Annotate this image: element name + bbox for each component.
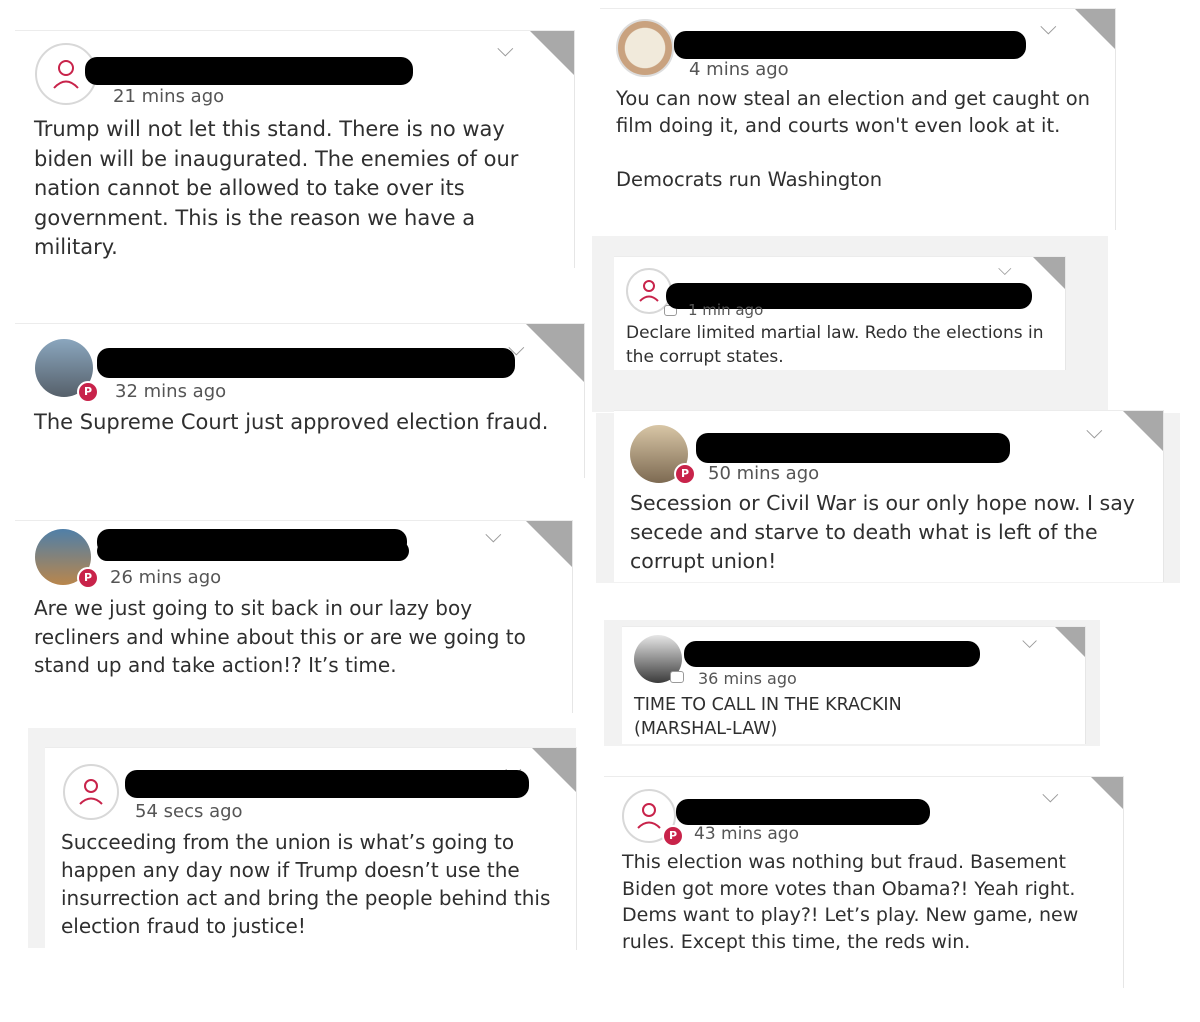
- post-timestamp: 1 min ago: [688, 301, 764, 319]
- redacted-username: [125, 770, 529, 798]
- post-timestamp: 32 mins ago: [115, 381, 227, 402]
- post-timestamp: 43 mins ago: [694, 824, 799, 844]
- post-body: Succeeding from the union is what’s goin…: [61, 830, 551, 938]
- chevron-down-icon[interactable]: ⌵: [998, 261, 1012, 279]
- chevron-down-icon[interactable]: ⌵: [1042, 785, 1059, 807]
- corner-fold: [1055, 627, 1085, 657]
- post-timestamp: 26 mins ago: [110, 567, 222, 588]
- post-body: TIME TO CALL IN THE KRACKIN (MARSHAL-LAW…: [634, 695, 902, 739]
- post-timestamp: 4 mins ago: [689, 59, 789, 80]
- corner-fold: [532, 748, 576, 792]
- post-body: Secession or Civil War is our only hope …: [630, 491, 1135, 573]
- corner-fold: [526, 521, 572, 567]
- brand-badge-icon: P: [674, 463, 696, 485]
- redacted-username: [696, 433, 1010, 463]
- post-body: Trump will not let this stand. There is …: [34, 117, 519, 259]
- chevron-down-icon[interactable]: ⌵: [1040, 17, 1057, 39]
- redacted-username: [97, 541, 409, 561]
- chevron-down-icon[interactable]: ⌵: [485, 525, 502, 547]
- post-body: Are we just going to sit back in our laz…: [34, 596, 526, 677]
- chevron-down-icon[interactable]: ⌵: [1022, 631, 1037, 651]
- corner-fold: [1075, 9, 1115, 49]
- corner-fold: [1033, 257, 1065, 289]
- chevron-down-icon[interactable]: ⌵: [497, 39, 514, 61]
- post-card: ⌵ P 50 mins ago Secession or Civil War i…: [614, 410, 1164, 582]
- post-card: ⌵ 36 mins ago TIME TO CALL IN THE KRACKI…: [622, 626, 1086, 744]
- brand-badge-icon: P: [77, 567, 99, 589]
- lock-icon: [670, 671, 684, 683]
- redacted-username: [676, 799, 930, 825]
- corner-fold: [530, 31, 574, 75]
- corner-fold: [526, 324, 584, 382]
- redacted-username: [97, 348, 515, 378]
- post-card: ⌵ P 26 mins ago Are we just going to sit…: [15, 520, 573, 713]
- corner-fold: [1123, 411, 1163, 451]
- brand-badge-icon: P: [662, 825, 684, 847]
- redacted-username: [674, 31, 1026, 59]
- brand-badge-icon: P: [77, 381, 99, 403]
- post-card: ⌵ 4 mins ago You can now steal an electi…: [600, 8, 1116, 230]
- corner-fold: [1091, 777, 1123, 809]
- post-body: You can now steal an election and get ca…: [616, 87, 1091, 191]
- post-timestamp: 50 mins ago: [708, 463, 820, 484]
- post-timestamp: 21 mins ago: [113, 86, 225, 107]
- post-card: ⌵ P 43 mins ago This election was nothin…: [604, 776, 1124, 988]
- post-body: Declare limited martial law. Redo the el…: [626, 323, 1044, 367]
- post-timestamp: 36 mins ago: [698, 669, 797, 688]
- post-body: This election was nothing but fraud. Bas…: [622, 851, 1079, 953]
- redacted-username: [684, 641, 980, 667]
- avatar[interactable]: [616, 19, 674, 77]
- post-card: ⌵ P 32 mins ago The Supreme Court just a…: [15, 323, 585, 478]
- post-card: ⌵ 54 secs ago Succeeding from the union …: [45, 747, 577, 950]
- post-card: ⌵ 21 mins ago Trump will not let this st…: [15, 30, 575, 268]
- chevron-down-icon[interactable]: ⌵: [1086, 421, 1103, 443]
- post-timestamp: 54 secs ago: [135, 801, 243, 822]
- post-body: The Supreme Court just approved election…: [34, 410, 549, 434]
- user-placeholder-icon: [79, 779, 103, 805]
- post-card: ⌵ 1 min ago Declare limited martial law.…: [614, 256, 1066, 370]
- avatar[interactable]: [63, 764, 119, 820]
- redacted-username: [85, 57, 413, 85]
